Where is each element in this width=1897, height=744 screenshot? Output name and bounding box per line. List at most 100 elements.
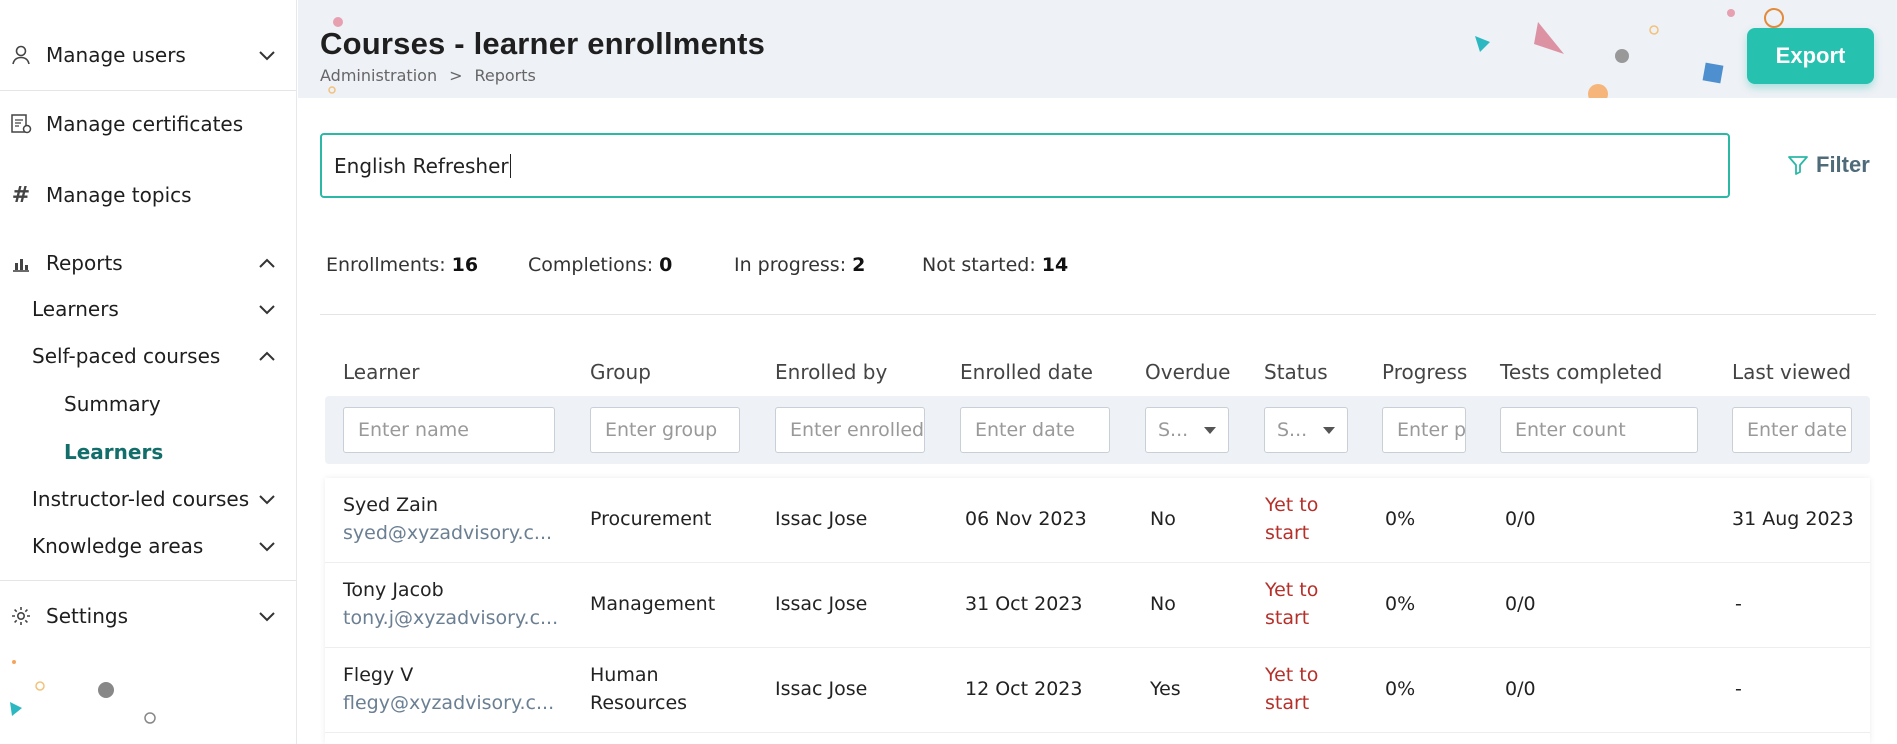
column-header-status[interactable]: Status [1264, 360, 1328, 384]
page-header: Courses - learner enrollments Administra… [298, 0, 1897, 98]
sidebar-item-label: Reports [46, 251, 123, 275]
chevron-up-icon [259, 258, 275, 268]
last-viewed-cell: - [1735, 593, 1742, 615]
sidebar: Manage users Manage certificates # Manag… [0, 0, 297, 744]
column-header-enrolled-by[interactable]: Enrolled by [775, 360, 887, 384]
sidebar-item-learners-active[interactable]: Learners [64, 440, 163, 464]
stat-in-progress: In progress: 2 [734, 254, 866, 276]
sidebar-item-label: Learners [32, 297, 119, 321]
chevron-down-icon [259, 495, 275, 505]
column-header-progress[interactable]: Progress [1382, 360, 1467, 384]
column-header-tests-completed[interactable]: Tests completed [1500, 360, 1662, 384]
enrolled-date-cell: 12 Oct 2023 [965, 678, 1083, 700]
overdue-cell: Yes [1150, 678, 1181, 700]
learner-email[interactable]: flegy@xyzadvisory.c... [343, 690, 554, 717]
sidebar-item-reports[interactable]: Reports [0, 244, 296, 282]
sidebar-item-label: Manage topics [46, 183, 192, 207]
gear-icon [8, 603, 34, 629]
status-filter-select[interactable]: S... [1264, 407, 1348, 453]
table-row[interactable]: Flegy V flegy@xyzadvisory.c... Human Res… [325, 648, 1870, 733]
column-header-overdue[interactable]: Overdue [1145, 360, 1230, 384]
sidebar-item-instructor-led-courses[interactable]: Instructor-led courses [0, 481, 296, 517]
stat-not-started: Not started: 14 [922, 254, 1069, 276]
status-cell-line2: start [1265, 692, 1310, 714]
last-viewed-cell: - [1735, 678, 1742, 700]
sidebar-item-self-paced-courses[interactable]: Self-paced courses [0, 338, 296, 374]
tests-filter-input[interactable]: Enter count [1500, 407, 1698, 453]
chart-icon [8, 250, 34, 276]
certificate-icon [8, 111, 34, 137]
filter-button[interactable]: Filter [1786, 152, 1870, 178]
column-header-learner[interactable]: Learner [343, 360, 419, 384]
sidebar-item-manage-users[interactable]: Manage users [0, 36, 296, 74]
stat-enrollments: Enrollments: 16 [326, 254, 479, 276]
sidebar-item-summary[interactable]: Summary [64, 392, 161, 416]
caret-down-icon [1204, 426, 1216, 434]
overdue-filter-select[interactable]: S... [1145, 407, 1229, 453]
decorative-confetti [328, 8, 1784, 98]
filter-label: Filter [1816, 152, 1870, 177]
sidebar-item-knowledge-areas[interactable]: Knowledge areas [0, 528, 296, 564]
learner-name: Tony Jacob [343, 579, 444, 601]
column-header-last-viewed[interactable]: Last viewed [1732, 360, 1851, 384]
sidebar-item-label: Manage users [46, 43, 186, 67]
sidebar-item-label: Instructor-led courses [32, 487, 250, 511]
learner-email[interactable]: tony.j@xyzadvisory.c... [343, 605, 558, 632]
sidebar-item-label: Self-paced courses [32, 344, 221, 368]
overdue-cell: No [1150, 508, 1176, 530]
divider [0, 580, 296, 581]
status-cell-line1: Yet to [1265, 664, 1319, 686]
enrolled-by-cell: Issac Jose [775, 593, 868, 615]
table-row[interactable]: Syed Zain syed@xyzadvisory.c... Procurem… [325, 478, 1870, 563]
user-icon [8, 42, 34, 68]
chevron-up-icon [259, 351, 275, 361]
chevron-down-icon [259, 542, 275, 552]
table-body: Syed Zain syed@xyzadvisory.c... Procurem… [325, 478, 1870, 744]
group-cell-line2: Resources [590, 692, 688, 714]
divider [320, 314, 1876, 315]
sidebar-item-manage-topics[interactable]: # Manage topics [0, 176, 296, 214]
column-header-enrolled-date[interactable]: Enrolled date [960, 360, 1093, 384]
last-viewed-filter-input[interactable]: Enter date [1732, 407, 1852, 453]
group-filter-input[interactable]: Enter group [590, 407, 740, 453]
enrolled-date-cell: 31 Oct 2023 [965, 593, 1083, 615]
text-caret [509, 153, 511, 178]
sidebar-item-learners[interactable]: Learners [0, 291, 296, 327]
export-button[interactable]: Export [1747, 28, 1874, 84]
progress-cell: 0% [1385, 678, 1416, 700]
progress-filter-input[interactable]: Enter progress [1382, 407, 1466, 453]
sidebar-item-label: Settings [46, 604, 129, 628]
tests-cell: 0/0 [1505, 508, 1536, 530]
overdue-cell: No [1150, 593, 1176, 615]
group-cell: Management [590, 593, 716, 615]
enrolled-date-filter-input[interactable]: Enter date [960, 407, 1110, 453]
learner-filter-input[interactable]: Enter name [343, 407, 555, 453]
filter-icon [1788, 156, 1808, 175]
decorative-confetti [10, 660, 156, 724]
column-header-group[interactable]: Group [590, 360, 651, 384]
enrolled-by-cell: Issac Jose [775, 508, 868, 530]
status-cell-line1: Yet to [1265, 579, 1319, 601]
sidebar-item-settings[interactable]: Settings [0, 597, 296, 635]
sidebar-item-manage-certificates[interactable]: Manage certificates [0, 105, 296, 143]
hash-icon: # [11, 182, 31, 208]
search-input[interactable]: English Refresher [320, 133, 1730, 198]
search-input-value: English Refresher [334, 153, 509, 178]
sidebar-item-label: Manage certificates [46, 112, 244, 136]
learner-email[interactable]: syed@xyzadvisory.c... [343, 520, 552, 547]
tests-cell: 0/0 [1505, 593, 1536, 615]
tests-cell: 0/0 [1505, 678, 1536, 700]
sidebar-item-label: Knowledge areas [32, 534, 204, 558]
enrolled-by-filter-input[interactable]: Enter enrolled by [775, 407, 925, 453]
status-cell-line1: Yet to [1265, 494, 1319, 516]
chevron-down-icon [259, 51, 275, 61]
enrolled-date-cell: 06 Nov 2023 [965, 508, 1087, 530]
learner-name: Syed Zain [343, 494, 439, 516]
divider [0, 90, 296, 91]
table-row[interactable]: Tony Jacob tony.j@xyzadvisory.c... Manag… [325, 563, 1870, 648]
last-viewed-cell: 31 Aug 2023 [1732, 508, 1854, 530]
stat-completions: Completions: 0 [528, 254, 673, 276]
status-cell-line2: start [1265, 522, 1310, 544]
progress-cell: 0% [1385, 508, 1416, 530]
chevron-down-icon [259, 612, 275, 622]
